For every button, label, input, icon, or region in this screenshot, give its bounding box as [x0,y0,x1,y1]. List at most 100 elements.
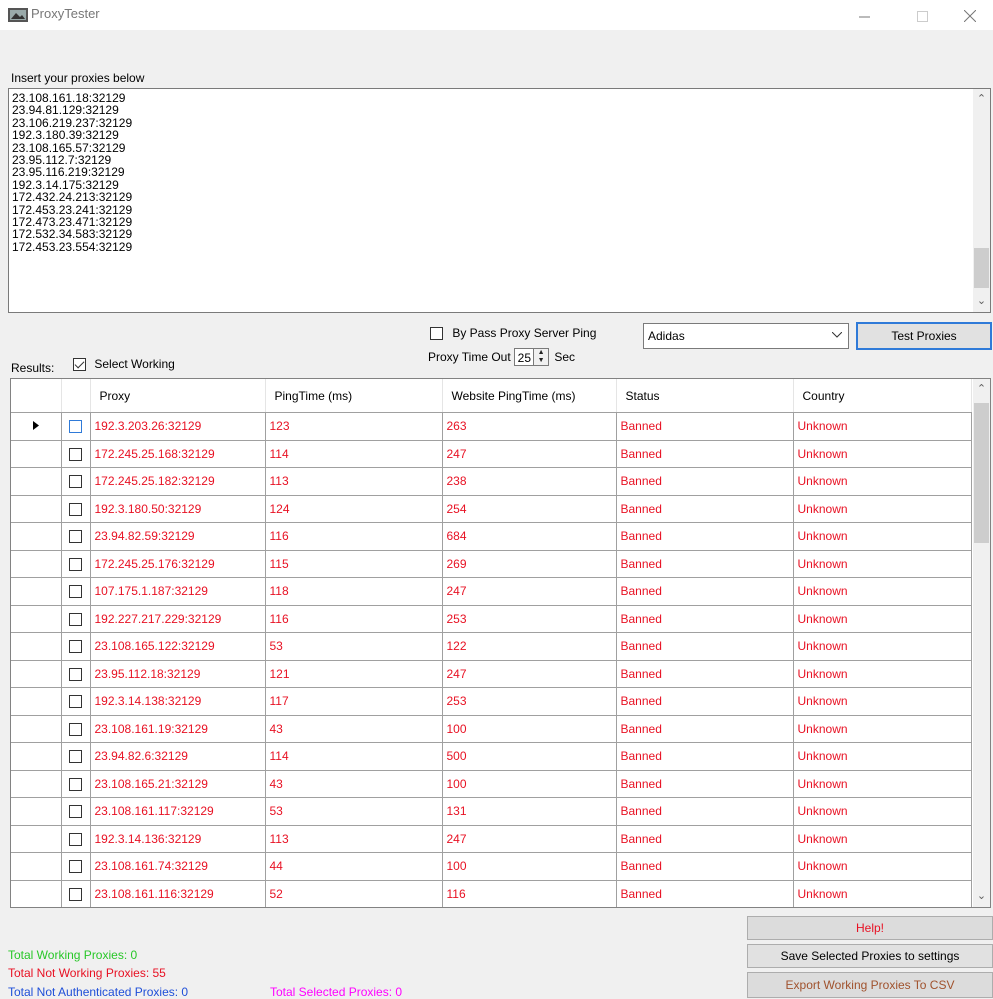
cell-country[interactable]: Unknown [793,852,972,881]
cell-proxy[interactable]: 172.245.25.176:32129 [90,550,266,578]
row-header[interactable] [11,797,62,826]
cell-status[interactable]: Banned [616,440,794,468]
cell-status[interactable]: Banned [616,522,794,551]
row-select-cell[interactable] [61,715,91,743]
cell-country[interactable]: Unknown [793,522,972,551]
row-select-cell[interactable] [61,412,91,441]
cell-status[interactable]: Banned [616,715,794,743]
cell-website-ping-time[interactable]: 122 [442,632,617,661]
table-row[interactable]: 23.108.161.117:32129 53 131 Banned Unknown [11,797,972,826]
cell-country[interactable]: Unknown [793,632,972,661]
cell-website-ping-time[interactable]: 263 [442,412,617,441]
cell-ping-time[interactable]: 44 [265,852,443,881]
column-header-proxy[interactable]: Proxy [90,379,266,413]
table-row[interactable]: 172.245.25.182:32129 113 238 Banned Unknown [11,467,972,496]
column-header-country[interactable]: Country [793,379,972,413]
minimize-button[interactable] [841,0,887,30]
table-row[interactable]: 107.175.1.187:32129 118 247 Banned Unknown [11,577,972,606]
cell-proxy[interactable]: 192.3.14.136:32129 [90,825,266,853]
row-header[interactable] [11,632,62,661]
cell-country[interactable]: Unknown [793,742,972,771]
cell-proxy[interactable]: 23.108.161.74:32129 [90,852,266,881]
cell-ping-time[interactable]: 124 [265,495,443,523]
cell-website-ping-time[interactable]: 247 [442,440,617,468]
column-header-website-ping-time[interactable]: Website PingTime (ms) [442,379,617,413]
site-dropdown[interactable]: Adidas [643,323,849,349]
cell-proxy[interactable]: 192.227.217.229:32129 [90,605,266,633]
cell-ping-time[interactable]: 116 [265,522,443,551]
cell-proxy[interactable]: 23.94.82.59:32129 [90,522,266,551]
timeout-input[interactable]: 25 [514,348,535,366]
row-select-cell[interactable] [61,742,91,771]
cell-country[interactable]: Unknown [793,797,972,826]
cell-ping-time[interactable]: 114 [265,742,443,771]
row-header[interactable] [11,852,62,881]
column-header-ping-time[interactable]: PingTime (ms) [265,379,443,413]
row-select-cell[interactable] [61,797,91,826]
table-row[interactable]: 192.3.14.138:32129 117 253 Banned Unknown [11,687,972,716]
row-select-cell[interactable] [61,770,91,798]
table-row[interactable]: 172.245.25.176:32129 115 269 Banned Unknown [11,550,972,578]
cell-ping-time[interactable]: 52 [265,880,443,907]
cell-proxy[interactable]: 172.245.25.168:32129 [90,440,266,468]
row-select-cell[interactable] [61,660,91,688]
row-select-checkbox[interactable] [69,667,82,681]
cell-website-ping-time[interactable]: 100 [442,852,617,881]
row-select-checkbox[interactable] [69,887,82,901]
bypass-ping-checkbox[interactable] [430,327,443,341]
table-row[interactable]: 23.108.165.21:32129 43 100 Banned Unknown [11,770,972,798]
row-select-checkbox[interactable] [69,420,82,434]
row-select-checkbox[interactable] [69,475,82,489]
row-select-cell[interactable] [61,825,91,853]
row-select-cell[interactable] [61,577,91,606]
cell-country[interactable]: Unknown [793,467,972,496]
table-row[interactable]: 192.227.217.229:32129 116 253 Banned Unknown [11,605,972,633]
row-select-cell[interactable] [61,880,91,907]
row-select-cell[interactable] [61,522,91,551]
cell-website-ping-time[interactable]: 247 [442,825,617,853]
cell-ping-time[interactable]: 43 [265,770,443,798]
cell-status[interactable]: Banned [616,495,794,523]
row-select-checkbox[interactable] [69,640,82,654]
cell-country[interactable]: Unknown [793,412,972,441]
cell-ping-time[interactable]: 53 [265,632,443,661]
table-row[interactable]: 23.108.161.19:32129 43 100 Banned Unknown [11,715,972,743]
row-header[interactable] [11,880,62,907]
cell-ping-time[interactable]: 53 [265,797,443,826]
cell-website-ping-time[interactable]: 131 [442,797,617,826]
row-select-checkbox[interactable] [69,585,82,599]
cell-country[interactable]: Unknown [793,495,972,523]
cell-country[interactable]: Unknown [793,770,972,798]
cell-ping-time[interactable]: 117 [265,687,443,716]
proxy-textarea[interactable]: 23.108.161.18:32129 23.94.81.129:32129 2… [8,88,991,313]
cell-website-ping-time[interactable]: 500 [442,742,617,771]
cell-status[interactable]: Banned [616,880,794,907]
cell-country[interactable]: Unknown [793,550,972,578]
cell-proxy[interactable]: 172.245.25.182:32129 [90,467,266,496]
row-select-checkbox[interactable] [69,695,82,709]
cell-website-ping-time[interactable]: 247 [442,660,617,688]
cell-proxy[interactable]: 192.3.180.50:32129 [90,495,266,523]
cell-country[interactable]: Unknown [793,825,972,853]
cell-proxy[interactable]: 23.95.112.18:32129 [90,660,266,688]
cell-proxy[interactable]: 23.94.82.6:32129 [90,742,266,771]
cell-status[interactable]: Banned [616,660,794,688]
table-row[interactable]: 23.108.165.122:32129 53 122 Banned Unknown [11,632,972,661]
grid-scrollbar[interactable]: ⌃ ⌄ [973,379,990,907]
cell-website-ping-time[interactable]: 684 [442,522,617,551]
cell-proxy[interactable]: 107.175.1.187:32129 [90,577,266,606]
row-header[interactable] [11,687,62,716]
row-header[interactable] [11,770,62,798]
row-select-checkbox[interactable] [69,750,82,764]
cell-ping-time[interactable]: 114 [265,440,443,468]
timeout-stepper[interactable]: ▲ ▼ [534,348,550,366]
row-select-checkbox[interactable] [69,530,82,544]
cell-status[interactable]: Banned [616,467,794,496]
proxy-textarea-content[interactable]: 23.108.161.18:32129 23.94.81.129:32129 2… [12,92,132,253]
row-header[interactable] [11,825,62,853]
cell-status[interactable]: Banned [616,605,794,633]
table-row[interactable]: 23.108.161.74:32129 44 100 Banned Unknown [11,852,972,881]
cell-status[interactable]: Banned [616,742,794,771]
cell-website-ping-time[interactable]: 100 [442,715,617,743]
cell-proxy[interactable]: 23.108.161.117:32129 [90,797,266,826]
